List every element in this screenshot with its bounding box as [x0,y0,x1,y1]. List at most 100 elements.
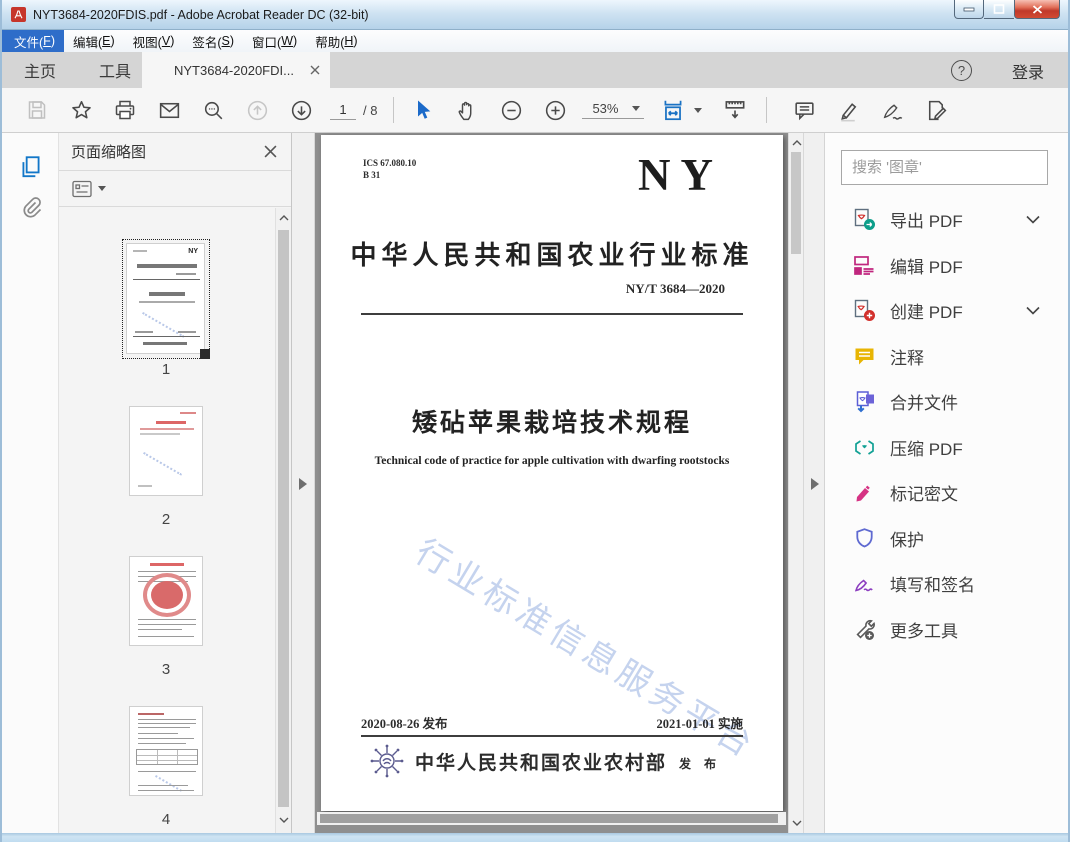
export-pdf-icon [851,208,877,231]
scrollbar-thumb[interactable] [278,230,289,807]
chevron-down-icon[interactable] [1026,306,1040,315]
issue-date: 2020-08-26 发布 [361,717,448,731]
collapse-panel-icon[interactable] [299,478,307,490]
panel-close-icon[interactable] [264,145,277,158]
document-area[interactable]: ICS 67.080.10 B 31 NY 中华人民共和国农业行业标准 NY/T… [315,133,788,833]
menu-file[interactable]: 文件(F) [5,30,64,52]
page-number-group: / 8 [330,100,377,120]
tool-comment[interactable]: 注释 [825,334,1068,380]
left-panel-splitter[interactable] [292,133,315,833]
menu-help[interactable]: 帮助(H) [306,30,366,52]
previous-page-icon[interactable] [242,95,272,125]
tools-panel: 导出 PDF 编辑 PDF 创建 PDF 注释 [824,133,1068,833]
thumbnails-panel-header: 页面缩略图 [59,133,291,171]
save-icon[interactable] [22,95,52,125]
tool-fill-sign[interactable]: 填写和签名 [825,561,1068,607]
scroll-up-icon[interactable] [790,136,804,150]
comment-icon[interactable] [789,95,819,125]
page-thumbnails-icon[interactable] [2,147,59,187]
combine-files-icon [851,390,877,413]
pdf-file-icon [11,7,26,22]
tab-home[interactable]: 主页 [24,52,56,88]
zoom-level-dropdown[interactable]: 53% [582,101,645,119]
red-seal [143,573,191,617]
sign-in-button[interactable]: 登录 [1012,59,1044,83]
scroll-down-icon[interactable] [790,816,804,830]
chevron-down-icon [98,186,106,191]
scroll-down-icon[interactable] [277,813,291,827]
tool-redact[interactable]: 标记密文 [825,470,1068,516]
tool-compress-pdf[interactable]: 压缩 PDF [825,425,1068,471]
toolbar-divider [766,97,768,123]
ny-logo: NY [638,150,723,200]
thumbnail-options-button[interactable] [71,179,106,199]
page-total-label: / 8 [363,102,378,118]
right-panel-splitter[interactable] [803,133,824,833]
thumbnail-page-4[interactable] [129,706,203,796]
star-icon[interactable] [66,95,96,125]
page-number-input[interactable] [330,100,356,120]
close-button[interactable] [1014,0,1060,19]
highlight-icon[interactable] [833,95,863,125]
tab-bar: 主页 工具 NYT3684-2020FDI... ? 登录 [2,52,1068,88]
tool-protect[interactable]: 保护 [825,516,1068,562]
tool-more-tools[interactable]: 更多工具 [825,607,1068,653]
tool-export-pdf[interactable]: 导出 PDF [825,197,1068,243]
vertical-scrollbar-thumb[interactable] [791,152,801,254]
chevron-down-icon[interactable] [1026,215,1040,224]
tab-close-icon[interactable] [310,65,320,75]
pdf-page[interactable]: ICS 67.080.10 B 31 NY 中华人民共和国农业行业标准 NY/T… [321,135,783,811]
redact-icon [851,481,877,504]
menu-view[interactable]: 视图(V) [124,30,184,52]
document-tab-label: NYT3684-2020FDI... [174,62,294,78]
email-icon[interactable] [154,95,184,125]
menu-edit[interactable]: 编辑(E) [64,30,124,52]
navigation-rail [2,133,59,833]
tool-create-pdf[interactable]: 创建 PDF [825,288,1068,334]
next-page-icon[interactable] [286,95,316,125]
search-icon[interactable] [198,95,228,125]
thumbnails-panel: 页面缩略图 NY 1 2 3 4 [59,133,292,833]
tools-search-input[interactable] [842,151,1047,184]
minimize-button[interactable] [954,0,984,19]
publisher-row: 中华人民共和国农业农村部 发 布 [369,743,721,779]
fill-sign-pen-icon [851,572,877,595]
title-bar[interactable]: NYT3684-2020FDIS.pdf - Adobe Acrobat Rea… [2,0,1068,30]
thumbnails-options-row [59,171,291,207]
zoom-in-icon[interactable] [540,95,570,125]
thumbnail-page-1[interactable]: NY [122,239,210,359]
thumbnail-page-4-label: 4 [161,811,171,828]
print-icon[interactable] [110,95,140,125]
help-icon[interactable]: ? [951,60,972,81]
compress-pdf-icon [851,436,877,459]
thumbnail-page-3-label: 3 [161,661,171,678]
attachments-icon[interactable] [2,187,59,227]
horizontal-scrollbar-thumb[interactable] [320,814,778,823]
tool-edit-pdf[interactable]: 编辑 PDF [825,243,1068,289]
thumbnails-panel-title: 页面缩略图 [71,144,147,161]
fill-sign-icon[interactable] [921,95,951,125]
scrolling-mode-icon[interactable] [720,95,750,125]
thumbnail-page-2[interactable] [129,406,203,496]
hand-tool-icon[interactable] [452,95,482,125]
thumbnail-selection-handle [200,349,210,359]
document-title: 矮砧苹果栽培技术规程 [411,410,692,437]
tool-combine-files[interactable]: 合并文件 [825,379,1068,425]
horizontal-scrollbar[interactable] [317,812,786,825]
tools-search-box [841,150,1048,185]
menu-window[interactable]: 窗口(W) [243,30,306,52]
menu-sign[interactable]: 签名(S) [183,30,243,52]
thumbnail-page-3[interactable] [129,556,203,646]
collapse-panel-icon[interactable] [811,478,819,490]
zoom-out-icon[interactable] [496,95,526,125]
protect-shield-icon [851,527,877,550]
thumbnails-scrollbar[interactable] [275,208,291,833]
vertical-scrollbar[interactable] [788,133,803,833]
select-tool-icon[interactable] [408,95,438,125]
tab-tools[interactable]: 工具 [99,52,131,88]
sign-pen-icon[interactable] [877,95,907,125]
tab-document[interactable]: NYT3684-2020FDI... [142,52,330,88]
maximize-button[interactable] [984,0,1014,19]
scroll-up-icon[interactable] [277,211,291,225]
fit-width-dropdown[interactable] [660,97,703,123]
